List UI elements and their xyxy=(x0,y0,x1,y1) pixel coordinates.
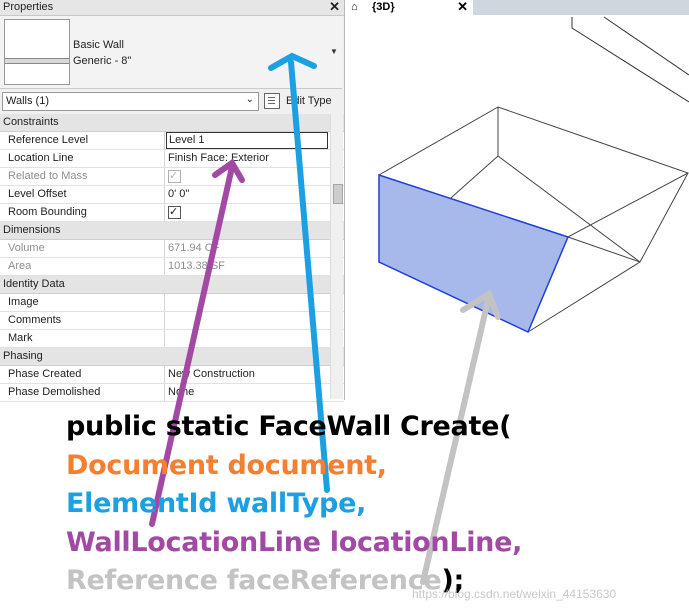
background-model-lines xyxy=(571,16,689,103)
code-snippet: public static FaceWall Create( Document … xyxy=(66,408,522,601)
code-line-document: Document document, xyxy=(66,449,387,481)
code-line-walltype: ElementId wallType, xyxy=(66,488,367,519)
code-line-signature: public static FaceWall Create( xyxy=(66,411,512,442)
code-line-locationline: WallLocationLine locationLine, xyxy=(66,526,523,558)
watermark: https://blog.csdn.net/weixin_44153630 xyxy=(412,587,617,601)
selected-face-wall[interactable] xyxy=(378,173,570,334)
